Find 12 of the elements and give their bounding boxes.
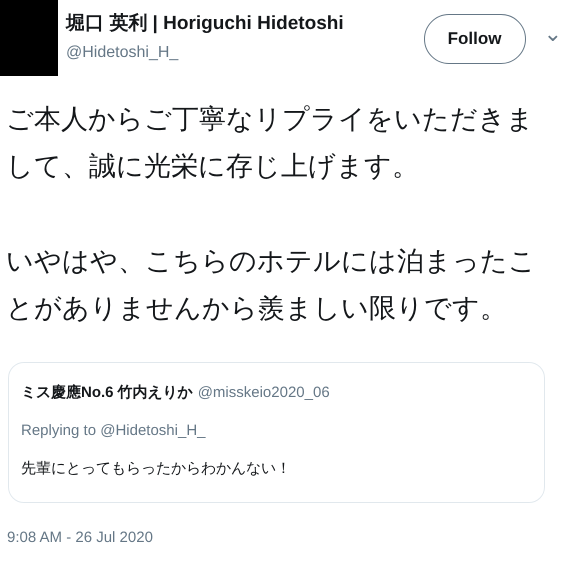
tweet-text: いやはや、こちらのホテルには泊まったことがありませんから羨ましい限りです。 — [6, 245, 537, 326]
tweet-timestamp: 9:08 AM - 26 Jul 2020 — [7, 529, 154, 546]
quoted-tweet-text: 先輩にとってもらったからわかんない！ — [21, 459, 292, 478]
quoted-tweet-card[interactable]: ミス慶應No.6 竹内えりか @misskeio2020_06 Replying to @Hidetoshi_H_ 先輩にとってもらったからわかんない！ — [8, 362, 545, 503]
author-name: 堀口 英利 | Horiguchi Hidetoshi — [66, 12, 345, 36]
replying-to-text: Replying to @Hidetoshi_H_ — [21, 422, 207, 439]
tweet-text: ご本人からご丁寧なリプライをいただきまして、誠に光栄に存じ上げます。 — [6, 103, 535, 184]
quoted-author-name: ミス慶應No.6 竹内えりか — [21, 383, 193, 402]
author-handle: @Hidetoshi_H_ — [66, 44, 180, 62]
follow-button[interactable]: Follow — [424, 14, 526, 64]
quoted-author-handle: @misskeio2020_06 — [198, 384, 330, 401]
chevron-button[interactable]: ⌄ — [544, 22, 562, 47]
